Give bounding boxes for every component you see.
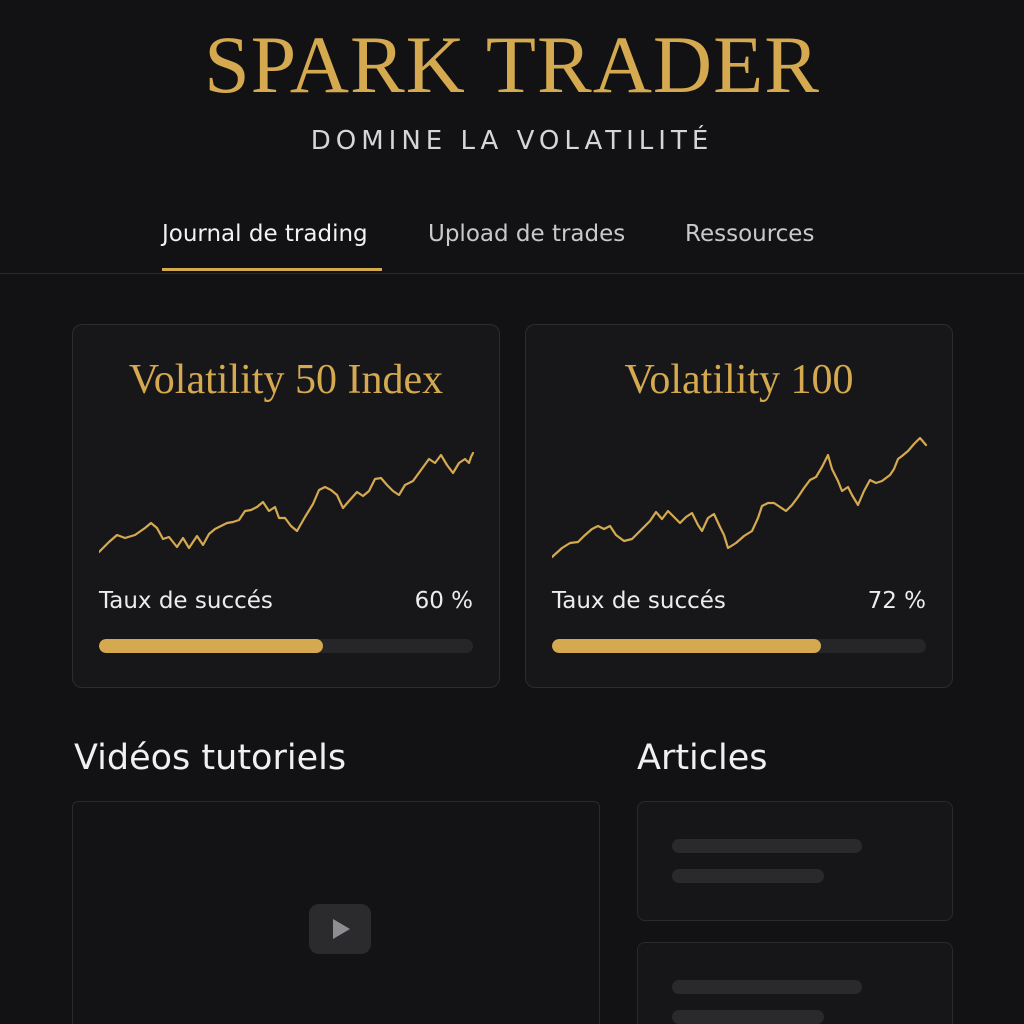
nav-divider [0,273,1024,274]
article-placeholder-line [672,1010,824,1024]
sparkline-chart [552,436,928,559]
video-player[interactable] [72,801,600,1024]
article-placeholder-line [672,869,824,883]
instrument-title: Volatility 100 [624,357,854,403]
main-nav: Journal de trading Upload de trades Ress… [0,214,1024,274]
success-rate-progress [552,639,926,653]
tagline: DOMINE LA VOLATILITÉ [310,126,714,156]
active-tab-indicator [162,268,382,271]
instrument-card-v100[interactable]: Volatility 100 Taux de succés 72 % [525,324,953,688]
instrument-title: Volatility 50 Index [128,357,444,403]
brand-logo: SPARK TRADER [204,19,820,110]
success-rate-progress [99,639,473,653]
instrument-card-v50[interactable]: Volatility 50 Index Taux de succés 60 % [72,324,500,688]
success-rate-fill [552,639,822,653]
tab-upload-de-trades[interactable]: Upload de trades [428,214,625,274]
play-button[interactable] [309,904,371,954]
videos-section-title: Vidéos tutoriels [74,738,347,778]
article-placeholder-line [672,839,862,853]
success-rate-label: Taux de succés [552,588,726,614]
success-rate-fill [99,639,324,653]
tab-ressources[interactable]: Ressources [685,214,814,274]
page: SPARK TRADER DOMINE LA VOLATILITÉ Journa… [0,0,1024,1024]
play-icon [333,919,350,939]
success-rate-label: Taux de succés [99,588,273,614]
success-rate-value: 60 % [414,588,473,614]
article-card[interactable] [637,801,953,921]
article-card[interactable] [637,942,953,1024]
article-placeholder-line [672,980,862,994]
tab-journal-de-trading[interactable]: Journal de trading [162,214,368,274]
sparkline-chart [99,451,475,554]
articles-section-title: Articles [637,738,768,778]
success-rate-value: 72 % [867,588,926,614]
